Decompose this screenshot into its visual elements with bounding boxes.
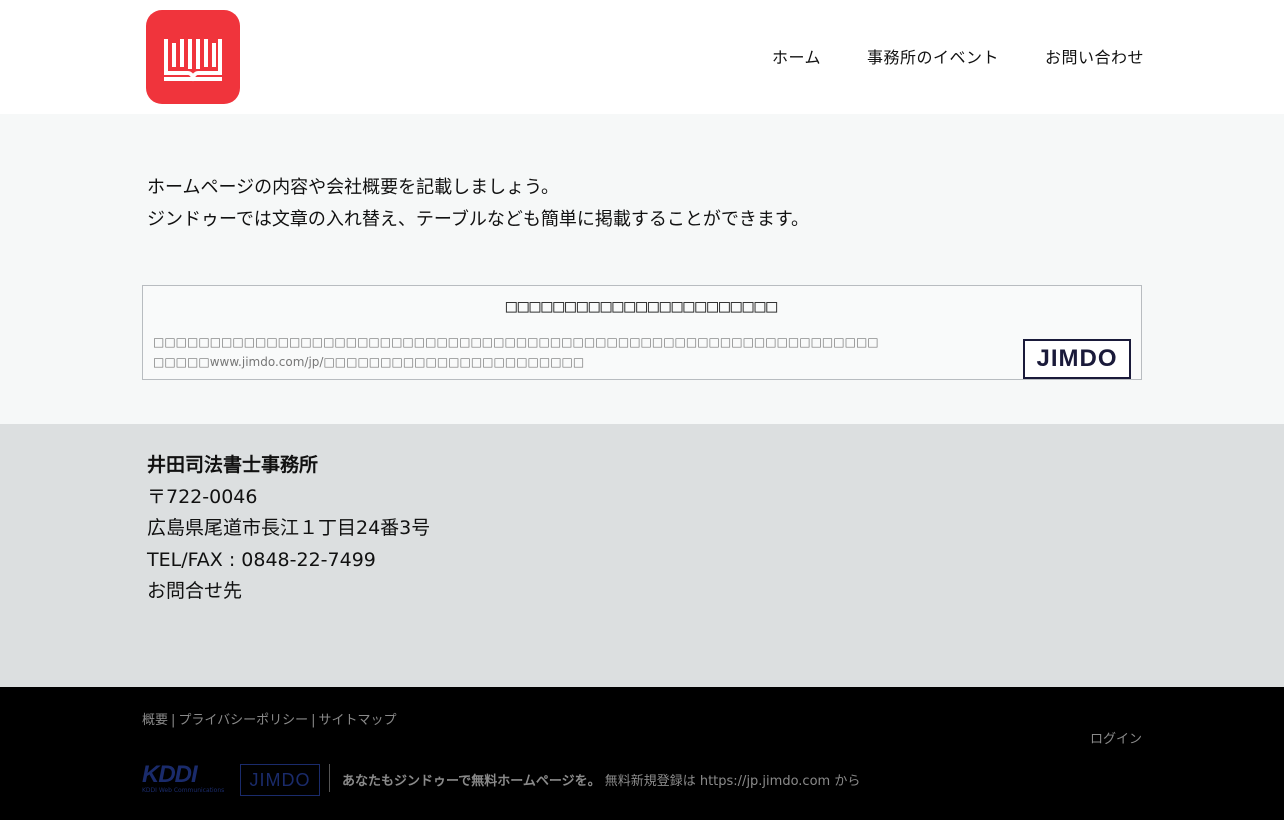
notice-line: □□□□□www.jimdo.com/jp/□□□□□□□□□□□□□□□□□□…	[153, 352, 879, 372]
contact-link[interactable]: お問合せ先	[147, 576, 430, 608]
notice-suffix: □□□□□□□□□□□□□□□□□□□□□□□	[323, 355, 585, 369]
tel-fax: TEL/FAX : 0848-22-7499	[147, 548, 376, 571]
open-book-icon	[164, 39, 222, 82]
nav-events[interactable]: 事務所のイベント	[867, 44, 999, 68]
footer-promo: あなたもジンドゥーで無料ホームページを。 無料新規登録は https://jp.…	[342, 770, 860, 789]
site-logo[interactable]	[146, 10, 240, 104]
jimdo-logo-badge[interactable]: JIMDO	[1023, 339, 1131, 379]
main-content: ホームページの内容や会社概要を記載しましょう。 ジンドゥーでは文章の入れ替え、テ…	[0, 114, 1284, 424]
nav-contact[interactable]: お問い合わせ	[1045, 44, 1144, 68]
intro-line: ジンドゥーでは文章の入れ替え、テーブルなども簡単に掲載することができます。	[147, 209, 810, 230]
kddi-logo[interactable]: KDDI KDDI Web Communications	[142, 763, 230, 797]
jimdo-notice-box: □□□□□□□□□□□□□□□□□□□□□□□ □□□□□□□□□□□□□□□□…	[142, 285, 1142, 380]
intro-line: ホームページの内容や会社概要を記載しましょう。	[147, 177, 560, 198]
footer-link-about[interactable]: 概要	[142, 713, 168, 728]
notice-title: □□□□□□□□□□□□□□□□□□□□□□□	[505, 296, 779, 317]
promo-strong: あなたもジンドゥーで無料ホームページを。	[342, 774, 601, 789]
footer-separator: |	[311, 713, 316, 728]
footer-link-sitemap[interactable]: サイトマップ	[319, 713, 397, 728]
company-name: 井田司法書士事務所	[147, 454, 319, 476]
address-section: 井田司法書士事務所 〒722-0046 広島県尾道市長江１丁目24番3号 TEL…	[0, 424, 1284, 687]
address-block: 井田司法書士事務所 〒722-0046 広島県尾道市長江１丁目24番3号 TEL…	[147, 450, 430, 608]
footer-link-privacy[interactable]: プライバシーポリシー	[178, 713, 308, 728]
footer-separator: |	[171, 713, 176, 728]
kddi-logo-word: KDDI	[142, 761, 198, 788]
notice-url[interactable]: www.jimdo.com/jp/	[210, 355, 324, 369]
notice-line: □□□□□□□□□□□□□□□□□□□□□□□□□□□□□□□□□□□□□□□□…	[153, 335, 879, 349]
site-footer: 概要 | プライバシーポリシー | サイトマップ ログイン KDDI KDDI Web …	[0, 687, 1284, 820]
footer-links: 概要 | プライバシーポリシー | サイトマップ	[142, 709, 397, 728]
footer-divider	[329, 764, 330, 792]
login-link[interactable]: ログイン	[1090, 728, 1142, 747]
jimdo-footer-logo[interactable]: JIMDO	[240, 764, 320, 796]
nav-home[interactable]: ホーム	[772, 44, 821, 68]
site-header: ホーム 事務所のイベント お問い合わせ	[0, 0, 1284, 114]
street-address: 広島県尾道市長江１丁目24番3号	[147, 517, 431, 539]
kddi-logo-sub: KDDI Web Communications	[142, 787, 225, 794]
postal-code: 〒722-0046	[147, 485, 258, 508]
intro-text: ホームページの内容や会社概要を記載しましょう。 ジンドゥーでは文章の入れ替え、テ…	[147, 172, 809, 236]
notice-text: □□□□□□□□□□□□□□□□□□□□□□□□□□□□□□□□□□□□□□□□…	[153, 332, 879, 372]
main-nav: ホーム 事務所のイベント お問い合わせ	[772, 44, 1144, 68]
notice-prefix: □□□□□	[153, 355, 210, 369]
promo-text[interactable]: 無料新規登録は https://jp.jimdo.com から	[601, 774, 861, 789]
